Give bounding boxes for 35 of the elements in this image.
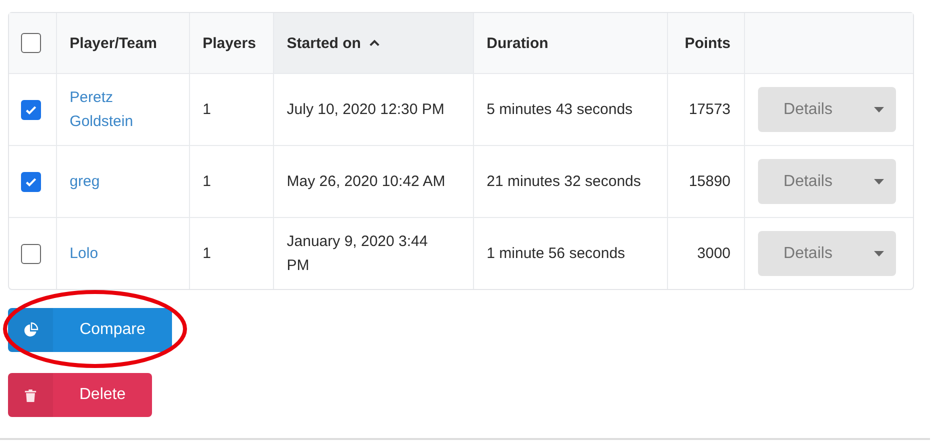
- player-link[interactable]: Lolo: [70, 242, 98, 266]
- table-cell: 21 minutes 32 seconds: [486, 173, 641, 190]
- select-all-checkbox[interactable]: [21, 33, 41, 53]
- player-link[interactable]: Peretz Goldstein: [70, 86, 170, 134]
- row-checkbox[interactable]: [21, 172, 41, 192]
- table-cell-text: January 9, 2020 3:44 PM: [286, 232, 429, 276]
- caret-icon: [874, 250, 884, 256]
- table-cell: 1: [202, 101, 211, 118]
- table-cell-text: May 26, 2020 10:42 AM: [286, 172, 446, 192]
- caret-icon: [874, 106, 884, 112]
- table-cell-text: July 10, 2020 12:30 PM: [286, 100, 444, 120]
- details-dropdown-button[interactable]: Details: [758, 231, 896, 276]
- caret-icon: [874, 178, 884, 184]
- player-link[interactable]: greg: [70, 170, 100, 194]
- table-cell: 1: [202, 173, 211, 190]
- table-cell: 5 minutes 43 seconds: [486, 101, 633, 118]
- table-cell: 1: [202, 245, 211, 262]
- pie-chart-icon: [22, 322, 38, 338]
- row-checkbox[interactable]: [21, 100, 41, 120]
- column-header[interactable]: Points: [668, 13, 745, 74]
- compare-button[interactable]: Compare: [8, 308, 172, 352]
- table-cell: 3000: [697, 245, 731, 262]
- details-dropdown-button[interactable]: Details: [758, 87, 896, 132]
- row-checkbox[interactable]: [21, 244, 41, 264]
- table-cell: 15890: [688, 173, 731, 190]
- details-dropdown-button[interactable]: Details: [758, 159, 896, 204]
- table-cell: 17573: [688, 101, 731, 118]
- trash-icon: [24, 388, 37, 402]
- delete-button[interactable]: Delete: [8, 373, 152, 417]
- column-header[interactable]: Duration: [474, 13, 668, 74]
- sort-ascending-icon: [368, 39, 380, 47]
- column-header[interactable]: Player/Team: [56, 13, 190, 74]
- table-cell: 1 minute 56 seconds: [486, 245, 626, 262]
- column-header[interactable]: Players: [190, 13, 274, 74]
- column-header[interactable]: Started on: [274, 13, 474, 74]
